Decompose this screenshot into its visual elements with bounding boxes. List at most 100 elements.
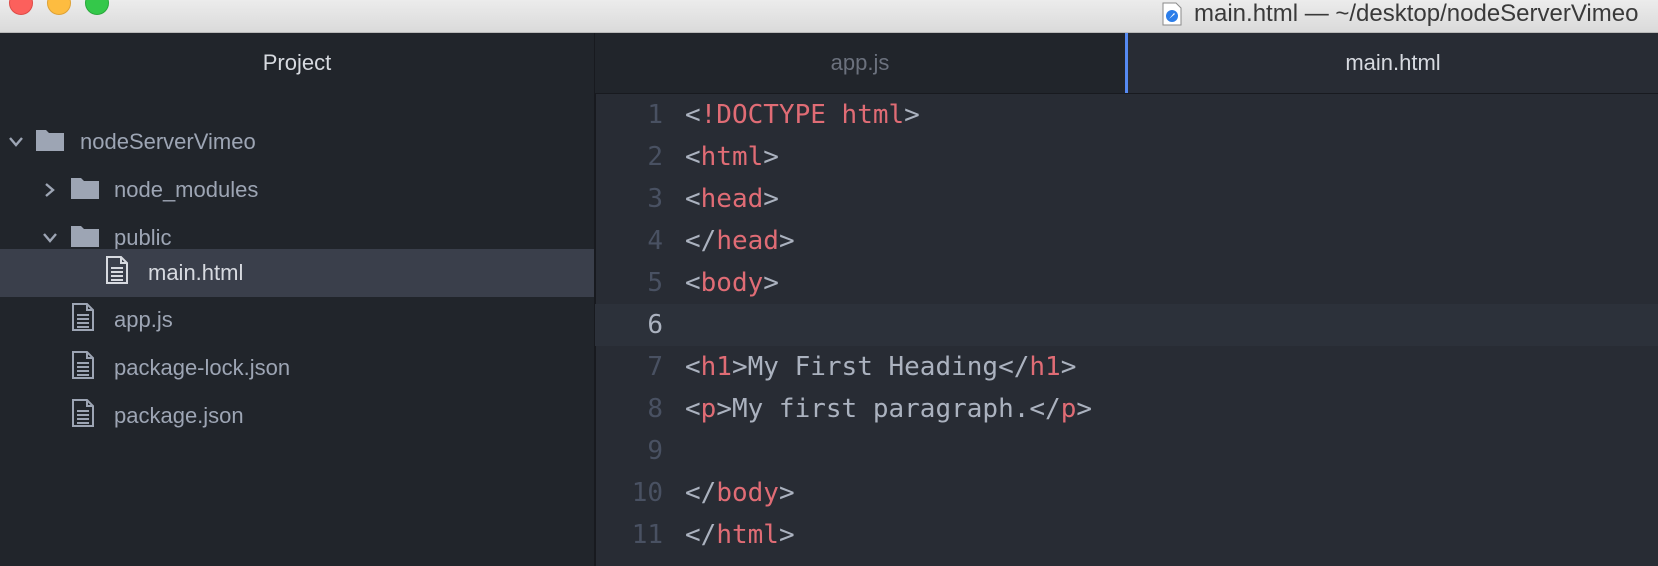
line-number: 8 (647, 394, 663, 424)
window-title: main.html — ~/desktop/nodeServerVimeo (1162, 0, 1638, 28)
code-token: > (778, 478, 795, 508)
tree-item-label: nodeServerVimeo (80, 129, 256, 154)
file-text-icon (106, 256, 128, 290)
tab-app-js[interactable]: app.js (595, 33, 1125, 93)
close-window-button[interactable] (9, 0, 33, 15)
code-token: > (731, 352, 748, 382)
code-line[interactable]: 8 <p>My first paragraph.</p> (595, 388, 1658, 430)
code-token: > (716, 394, 732, 424)
code-text: </body> (685, 478, 795, 508)
code-line[interactable]: 3 <head> (595, 178, 1658, 220)
tag-name-token: html (700, 142, 764, 172)
tree-item-node-modules[interactable]: node_modules (0, 167, 594, 213)
line-number: 3 (647, 184, 663, 214)
code-token: < (685, 100, 701, 130)
folder-icon (71, 175, 99, 205)
code-token: > (904, 100, 920, 130)
tag-name-token: p (700, 394, 717, 424)
code-editor[interactable]: 1 <!DOCTYPE html> 2 <html> 3 <head> 4 </head> 5 <… (595, 94, 1658, 566)
line-number: 2 (647, 142, 663, 172)
line-number: 1 (647, 100, 663, 130)
tree-item-label: package-lock.json (114, 355, 291, 380)
tree-item-label: app.js (114, 307, 173, 332)
tag-name-token: body (716, 478, 779, 508)
code-text: </head> (685, 226, 795, 256)
tree-item-package-json[interactable]: package.json (0, 393, 594, 439)
tree-item-package-lock-json[interactable]: package-lock.json (0, 345, 594, 391)
code-token: </ (998, 352, 1030, 382)
code-line[interactable]: 11 </html> (595, 514, 1658, 556)
file-text-icon (72, 399, 94, 433)
code-line[interactable]: 6 (595, 304, 1658, 346)
tag-name-token: p (1060, 394, 1077, 424)
tag-name-token: head (716, 226, 779, 256)
tree-item-label: package.json (114, 403, 244, 428)
tag-name-token: !DOCTYPE html (700, 100, 905, 130)
code-line[interactable]: 4 </head> (595, 220, 1658, 262)
window-title-text: main.html — ~/desktop/nodeServerVimeo (1194, 0, 1639, 27)
code-line[interactable]: 7 <h1>My First Heading</h1> (595, 346, 1658, 388)
sidebar-header: Project (262, 50, 332, 75)
code-text: <p>My first paragraph.</p> (685, 394, 1092, 424)
tag-name-token: body (700, 268, 764, 298)
code-token: My First Heading (747, 352, 999, 382)
tag-name-token: h1 (700, 352, 732, 382)
code-line[interactable]: 9 (595, 430, 1658, 472)
file-text-icon (72, 303, 94, 337)
title-bar: main.html — ~/desktop/nodeServerVimeo (0, 0, 1658, 33)
code-token: </ (685, 226, 717, 256)
code-token: < (685, 394, 701, 424)
code-line[interactable]: 2 <html> (595, 136, 1658, 178)
minimize-window-button[interactable] (47, 0, 71, 15)
line-number: 11 (631, 520, 663, 550)
tag-name-token: h1 (1029, 352, 1061, 382)
code-line[interactable]: 10 </body> (595, 472, 1658, 514)
code-token: < (685, 184, 701, 214)
chevron-down-icon[interactable] (7, 133, 25, 151)
code-line[interactable]: 5 <body> (595, 262, 1658, 304)
line-number: 9 (647, 436, 663, 466)
code-token: > (1060, 352, 1077, 382)
tree-item-main-html[interactable]: main.html (0, 249, 594, 297)
code-token: > (763, 142, 779, 172)
code-token: > (763, 268, 779, 298)
line-number: 10 (631, 478, 663, 508)
code-token: < (685, 352, 701, 382)
tab-label: app.js (830, 50, 890, 75)
tree-item-nodeservervimeo[interactable]: nodeServerVimeo (0, 119, 594, 165)
code-text: </html> (685, 520, 795, 550)
tree-item-label: public (114, 225, 172, 250)
code-token: < (685, 268, 701, 298)
tree-item-label: node_modules (114, 177, 259, 202)
maximize-window-button[interactable] (85, 0, 109, 15)
code-token: </ (685, 520, 717, 550)
line-number: 7 (647, 352, 663, 382)
code-line[interactable]: 1 <!DOCTYPE html> (595, 94, 1658, 136)
code-token: > (763, 184, 779, 214)
tab-label: main.html (1345, 50, 1441, 75)
line-number: 4 (647, 226, 663, 256)
tab-main-html[interactable]: main.html (1125, 33, 1658, 93)
tab-bar: app.js main.html (595, 33, 1658, 94)
code-token: </ (685, 478, 717, 508)
code-token: < (685, 142, 701, 172)
line-number: 6 (647, 310, 663, 340)
code-text: <!DOCTYPE html> (685, 100, 920, 130)
line-number: 5 (647, 268, 663, 298)
code-text: <h1>My First Heading</h1> (685, 352, 1076, 382)
tag-name-token: html (716, 520, 779, 550)
code-token: > (778, 520, 795, 550)
project-sidebar: Project nodeServerVimeo node_modules pub… (0, 33, 595, 566)
chevron-right-icon[interactable] (41, 181, 59, 199)
code-token: </ (1029, 394, 1061, 424)
tree-item-label: main.html (148, 260, 244, 285)
code-text: <body> (685, 268, 779, 298)
tag-name-token: head (700, 184, 764, 214)
chevron-down-icon[interactable] (41, 229, 59, 247)
tree-item-app-js[interactable]: app.js (0, 297, 594, 343)
code-text: <html> (685, 142, 779, 172)
code-token: > (778, 226, 795, 256)
code-text: <head> (685, 184, 779, 214)
file-text-icon (72, 351, 94, 385)
code-token: > (1076, 394, 1093, 424)
